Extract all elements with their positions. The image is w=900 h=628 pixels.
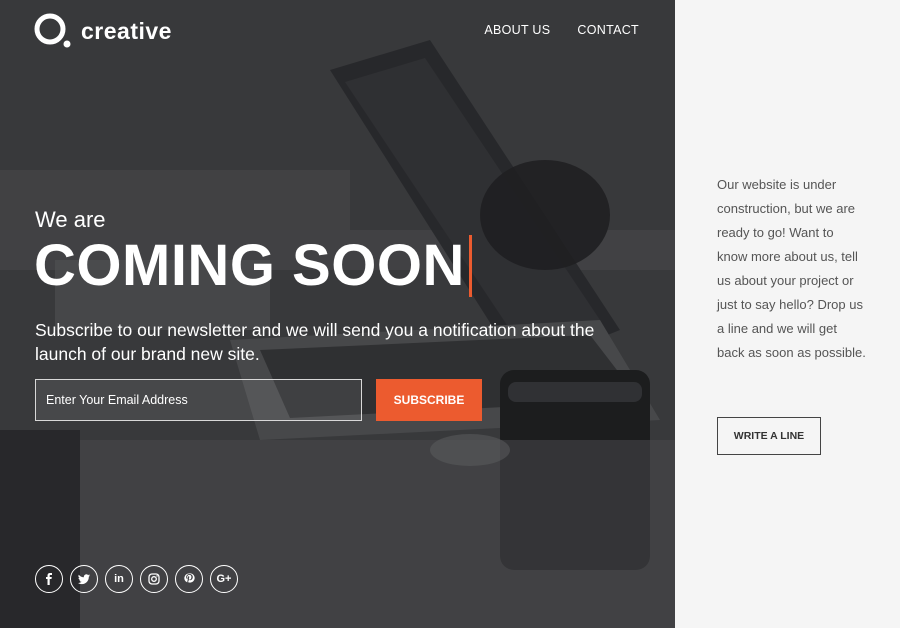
hero-kicker: We are [35,207,106,232]
linkedin-glyph: in [114,572,124,585]
typing-cursor [468,235,472,297]
pinterest-icon[interactable] [175,565,203,593]
nav-link-contact[interactable]: CONTACT [577,23,639,37]
linkedin-icon[interactable]: in [105,565,133,593]
social-links: in G+ [35,565,238,593]
brand-logo[interactable]: creative [34,13,172,49]
hero-overlay [0,0,675,628]
brand-name: creative [81,17,172,44]
email-input[interactable] [35,379,362,421]
subscribe-button[interactable]: SUBSCRIBE [376,379,482,421]
logo-ring-icon [34,13,72,49]
hero-section: creative ABOUT US CONTACT We are COMING … [0,0,675,628]
google-plus-glyph: G+ [216,572,232,585]
nav-link-about-us[interactable]: ABOUT US [484,23,550,37]
side-description: Our website is under construction, but w… [717,177,866,360]
instagram-icon[interactable] [140,565,168,593]
facebook-icon[interactable] [35,565,63,593]
side-panel: Our website is under construction, but w… [675,0,900,628]
write-a-line-button[interactable]: WRITE A LINE [717,417,821,455]
hero-subtitle: Subscribe to our newsletter and we will … [35,320,595,364]
top-nav: ABOUT US CONTACT [484,23,639,37]
google-plus-icon[interactable]: G+ [210,565,238,593]
hero-headline: COMING SOON [34,233,465,298]
twitter-icon[interactable] [70,565,98,593]
hero-headline-wrap: COMING SOON [34,232,472,300]
